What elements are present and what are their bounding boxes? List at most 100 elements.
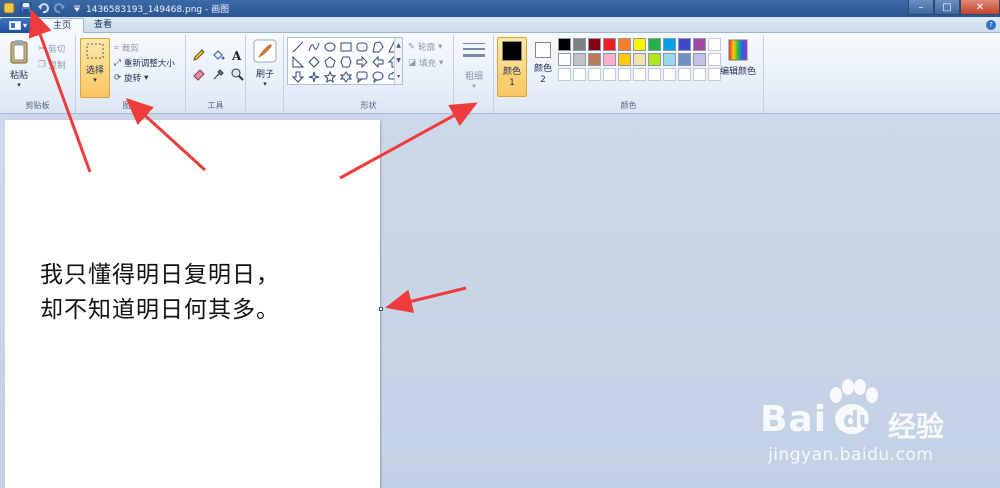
- color-swatch[interactable]: [618, 38, 631, 51]
- five-point-star-shape-icon[interactable]: [322, 70, 337, 84]
- chevron-down-icon: ▾: [438, 42, 443, 52]
- color-swatch[interactable]: [678, 53, 691, 66]
- shapes-scroller[interactable]: ▲ ▼ ▾: [394, 38, 402, 84]
- polygon-shape-icon[interactable]: [370, 40, 385, 54]
- custom-color-slot[interactable]: [633, 68, 646, 81]
- paint-menu-button[interactable]: ▾: [0, 18, 36, 33]
- line-shape-icon[interactable]: [290, 40, 305, 54]
- colors-group-label: 颜色: [620, 101, 637, 110]
- color-swatch[interactable]: [558, 38, 571, 51]
- save-icon[interactable]: [19, 1, 33, 15]
- undo-icon[interactable]: [36, 1, 50, 15]
- ribbon-tabs: ▾ 主页 查看 ?: [0, 17, 1000, 33]
- clipboard-icon: [10, 40, 28, 64]
- left-arrow-shape-icon[interactable]: [370, 55, 385, 69]
- four-point-star-shape-icon[interactable]: [306, 70, 321, 84]
- custom-color-slot[interactable]: [573, 68, 586, 81]
- svg-text:A: A: [231, 49, 242, 62]
- custom-color-slot[interactable]: [678, 68, 691, 81]
- color-swatch[interactable]: [663, 38, 676, 51]
- brushes-group: 刷子 ▾: [246, 35, 284, 113]
- color-swatch[interactable]: [588, 38, 601, 51]
- paste-button[interactable]: 粘贴 ▾: [6, 39, 32, 89]
- svg-text:du: du: [843, 408, 874, 433]
- down-arrow-shape-icon[interactable]: [290, 70, 305, 84]
- color-swatch[interactable]: [633, 38, 646, 51]
- custom-color-slot[interactable]: [588, 68, 601, 81]
- customize-qat-icon[interactable]: [70, 1, 84, 15]
- copy-button[interactable]: ❐ 复制: [38, 59, 66, 71]
- rounded-callout-shape-icon[interactable]: [354, 70, 369, 84]
- color-swatch[interactable]: [693, 38, 706, 51]
- custom-color-slot[interactable]: [558, 68, 571, 81]
- minimize-button[interactable]: –: [908, 0, 934, 15]
- color-swatch[interactable]: [648, 38, 661, 51]
- drawing-canvas[interactable]: 我只懂得明日复明日， 却不知道明日何其多。: [5, 120, 380, 488]
- resize-button[interactable]: ⤢ 重新调整大小: [114, 57, 175, 69]
- color-swatch[interactable]: [573, 38, 586, 51]
- custom-color-slot[interactable]: [693, 68, 706, 81]
- size-button[interactable]: 粗细 ▾: [460, 41, 488, 90]
- expand-gallery-icon[interactable]: ▾: [397, 73, 400, 80]
- magnifier-icon[interactable]: [229, 66, 245, 82]
- color-swatch[interactable]: [603, 38, 616, 51]
- edit-colors-button[interactable]: 编辑颜色: [718, 39, 758, 77]
- rotate-button[interactable]: ⟳ 旋转 ▾: [114, 72, 148, 84]
- text-icon[interactable]: A: [229, 47, 245, 63]
- paint-menu-icon: [8, 21, 21, 30]
- tab-view[interactable]: 查看: [82, 18, 124, 33]
- color-swatch[interactable]: [603, 53, 616, 66]
- hexagon-shape-icon[interactable]: [338, 55, 353, 69]
- pentagon-shape-icon[interactable]: [322, 55, 337, 69]
- maximize-button[interactable]: □: [934, 0, 960, 15]
- custom-color-slot[interactable]: [648, 68, 661, 81]
- fill-button[interactable]: ◪ 填充 ▾: [408, 57, 443, 69]
- color-swatch[interactable]: [558, 53, 571, 66]
- color-swatch[interactable]: [663, 53, 676, 66]
- crop-icon: ⌗: [114, 43, 119, 53]
- oval-shape-icon[interactable]: [322, 40, 337, 54]
- rectangle-shape-icon[interactable]: [338, 40, 353, 54]
- color-swatch[interactable]: [633, 53, 646, 66]
- ribbon: 粘贴 ▾ ✂ 剪切 ❐ 复制 剪贴板 选择 ▾ ⌗ 裁剪 ⤢ 重新调整大小 ⟳ …: [0, 33, 1000, 114]
- color-swatch[interactable]: [618, 53, 631, 66]
- right-arrow-shape-icon[interactable]: [354, 55, 369, 69]
- color2-button[interactable]: 颜色 2: [530, 39, 556, 86]
- outline-label: 轮廓: [418, 43, 436, 53]
- select-button[interactable]: 选择 ▾: [80, 38, 110, 98]
- color1-button[interactable]: 颜色 1: [497, 37, 527, 97]
- tab-home[interactable]: 主页: [40, 18, 85, 33]
- canvas-resize-handle[interactable]: [379, 307, 383, 311]
- custom-color-slot[interactable]: [663, 68, 676, 81]
- rounded-rectangle-shape-icon[interactable]: [354, 40, 369, 54]
- brushes-button[interactable]: 刷子 ▾: [251, 39, 279, 88]
- color-picker-icon[interactable]: [210, 66, 226, 82]
- cut-button[interactable]: ✂ 剪切: [38, 43, 65, 55]
- right-triangle-shape-icon[interactable]: [290, 55, 305, 69]
- close-button[interactable]: ✕: [960, 0, 1000, 15]
- color-swatch[interactable]: [648, 53, 661, 66]
- app-icon[interactable]: [2, 1, 16, 15]
- fill-bucket-icon[interactable]: [210, 47, 226, 63]
- curve-shape-icon[interactable]: [306, 40, 321, 54]
- redo-icon[interactable]: [53, 1, 67, 15]
- color-swatch[interactable]: [678, 38, 691, 51]
- custom-color-slot[interactable]: [618, 68, 631, 81]
- color-swatch[interactable]: [588, 53, 601, 66]
- diamond-shape-icon[interactable]: [306, 55, 321, 69]
- custom-color-slot[interactable]: [603, 68, 616, 81]
- color-swatch[interactable]: [573, 53, 586, 66]
- oval-callout-shape-icon[interactable]: [370, 70, 385, 84]
- line-width-icon: [463, 43, 485, 57]
- watermark-cn: 经验: [888, 410, 945, 443]
- color-swatch[interactable]: [693, 53, 706, 66]
- outline-button[interactable]: ✎ 轮廓 ▾: [408, 41, 442, 53]
- help-icon[interactable]: ?: [986, 20, 996, 30]
- size-group: 粗细 ▾: [454, 35, 494, 113]
- scroll-up-icon[interactable]: ▲: [396, 42, 401, 49]
- eraser-icon[interactable]: [191, 66, 207, 82]
- pencil-icon[interactable]: [191, 47, 207, 63]
- six-point-star-shape-icon[interactable]: [338, 70, 353, 84]
- scroll-down-icon[interactable]: ▼: [396, 57, 401, 64]
- crop-button[interactable]: ⌗ 裁剪: [114, 42, 139, 54]
